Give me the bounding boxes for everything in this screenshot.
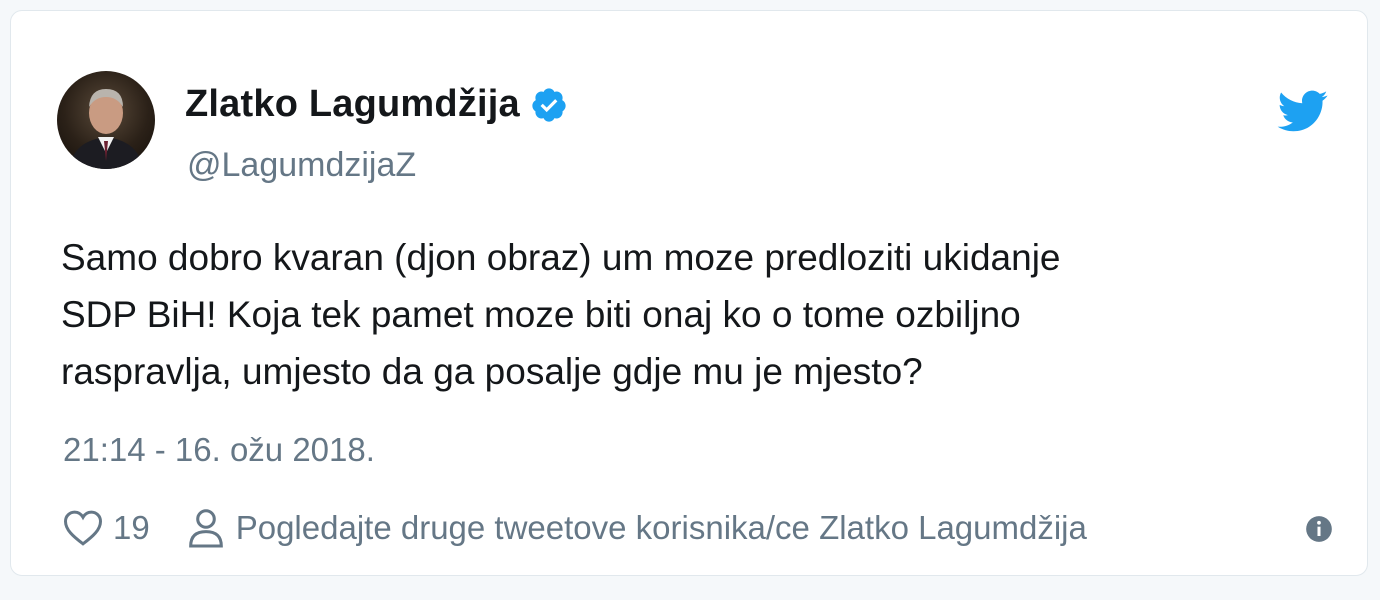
twitter-bird-icon[interactable]	[1275, 89, 1329, 133]
heart-icon[interactable]	[63, 509, 103, 547]
view-more-tweets-link[interactable]: Pogledajte druge tweetove korisnika/ce Z…	[236, 509, 1087, 547]
like-count: 19	[113, 509, 150, 546]
author-handle[interactable]: @LagumdzijaZ	[187, 146, 416, 185]
verified-badge-icon	[530, 86, 568, 124]
tweet-timestamp[interactable]: 21:14 - 16. ožu 2018.	[63, 431, 375, 469]
avatar-portrait	[69, 89, 143, 169]
author-display-name[interactable]: Zlatko Lagumdžija	[185, 83, 520, 126]
person-icon	[188, 508, 224, 548]
tweet-text: Samo dobro kvaran (djon obraz) um moze p…	[61, 237, 1061, 392]
tweet-actions: 19 Pogledajte druge tweetove korisnika/c…	[63, 503, 1333, 553]
author-name-row: Zlatko Lagumdžija	[185, 83, 568, 126]
tweet-card: Zlatko Lagumdžija @LagumdzijaZ Samo dobr…	[10, 10, 1368, 576]
info-icon[interactable]	[1305, 515, 1333, 543]
author-avatar[interactable]	[57, 71, 155, 169]
